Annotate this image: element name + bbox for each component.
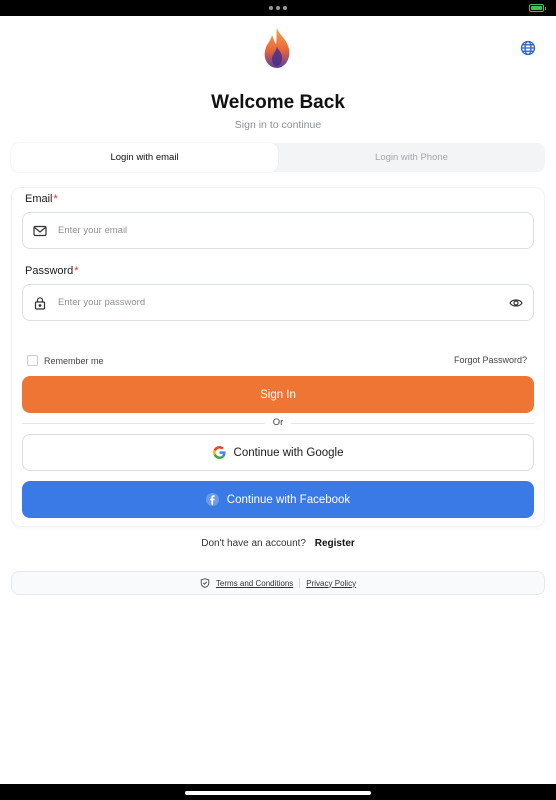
page-subtitle: Sign in to continue <box>234 119 322 131</box>
forgot-password-link[interactable]: Forgot Password? <box>454 355 527 365</box>
sign-in-button[interactable]: Sign In <box>22 376 534 413</box>
facebook-label: Continue with Facebook <box>226 493 351 506</box>
or-separator: Or <box>0 417 556 428</box>
google-icon <box>212 446 226 459</box>
password-placeholder: Enter your password <box>58 297 146 308</box>
or-label: Or <box>264 417 292 428</box>
remember-checkbox[interactable] <box>27 355 38 366</box>
continue-with-google-button[interactable]: Continue with Google <box>22 434 534 471</box>
page-title: Welcome Back <box>211 92 345 113</box>
password-field[interactable]: Enter your password <box>22 284 534 321</box>
facebook-icon <box>205 493 219 506</box>
flame-logo-icon <box>264 28 290 68</box>
email-label: Email* <box>25 193 58 205</box>
home-indicator[interactable] <box>185 791 371 795</box>
email-placeholder: Enter your email <box>58 225 128 236</box>
remember-label: Remember me <box>44 355 104 366</box>
mail-icon <box>33 225 47 237</box>
footer-separator <box>299 578 301 588</box>
login-screen: Welcome Back Sign in to continue Login w… <box>0 16 556 784</box>
status-bar <box>0 0 556 16</box>
google-label: Continue with Google <box>233 446 344 459</box>
email-field[interactable]: Enter your email <box>22 212 534 249</box>
sign-in-label: Sign In <box>260 388 296 401</box>
legal-footer: Terms and Conditions Privacy Policy <box>11 571 545 595</box>
tab-login-phone[interactable]: Login with Phone <box>278 143 545 172</box>
register-link[interactable]: Register <box>315 538 355 549</box>
password-label: Password* <box>25 265 79 277</box>
register-prompt: Don't have an account? Register <box>0 538 556 549</box>
continue-with-facebook-button[interactable]: Continue with Facebook <box>22 481 534 518</box>
tab-login-email[interactable]: Login with email <box>11 143 278 172</box>
battery-icon <box>529 4 546 12</box>
login-method-tabs: Login with email Login with Phone <box>11 143 545 172</box>
remember-me: Remember me <box>27 355 104 366</box>
privacy-link[interactable]: Privacy Policy <box>306 579 356 588</box>
register-text: Don't have an account? <box>201 538 306 549</box>
terms-link[interactable]: Terms and Conditions <box>216 579 293 588</box>
multitasking-dots <box>269 6 287 10</box>
home-bar <box>0 784 556 800</box>
lock-icon <box>34 297 46 310</box>
shield-icon <box>200 578 210 588</box>
eye-icon[interactable] <box>509 297 523 309</box>
globe-icon[interactable] <box>520 40 536 56</box>
